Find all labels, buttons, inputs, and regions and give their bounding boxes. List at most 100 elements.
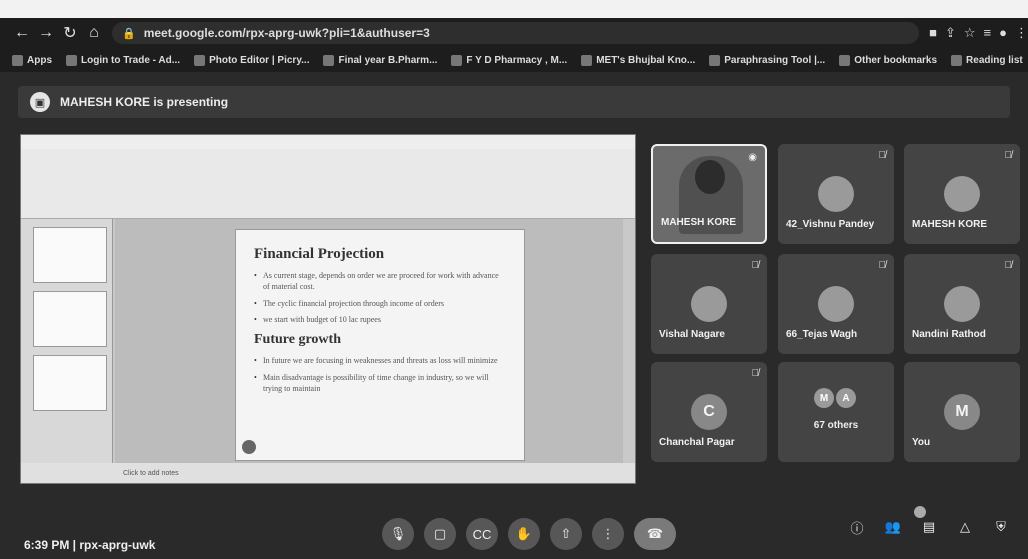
home-icon[interactable]: ⌂ <box>82 24 106 42</box>
bookmark-apps[interactable]: Apps <box>12 54 52 66</box>
slide-thumb <box>33 227 107 283</box>
slide-bullets-2: In future we are focusing in weaknesses … <box>254 356 506 394</box>
avatar: M <box>814 388 834 408</box>
bookmark-2[interactable]: Photo Editor | Picry... <box>194 54 309 66</box>
camera-icon[interactable]: ■ <box>929 25 937 41</box>
back-icon[interactable]: ← <box>10 24 34 42</box>
slide-title: Financial Projection <box>254 246 385 262</box>
participant-name: Vishal Nagare <box>659 329 725 340</box>
bookmark-4[interactable]: F Y D Pharmacy , M... <box>451 54 567 66</box>
reload-icon[interactable]: ↻ <box>58 23 82 43</box>
mic-off-icon[interactable]: 🎙 <box>382 518 414 550</box>
bookmark-3[interactable]: Final year B.Pharm... <box>323 54 437 66</box>
mic-off-icon: 🎙̸ <box>751 260 760 271</box>
mic-off-icon: 🎙̸ <box>751 368 760 379</box>
forward-icon[interactable]: → <box>34 24 58 42</box>
bookmark-icon <box>194 54 206 66</box>
bookmark-icon <box>451 54 463 66</box>
mic-off-icon: 🎙̸ <box>878 260 887 271</box>
participant-name: You <box>912 437 931 448</box>
audio-level-icon: ◉ <box>748 152 757 163</box>
participant-name: 66_Tejas Wagh <box>786 329 858 340</box>
notes-placeholder: Click to add notes <box>123 469 179 477</box>
bookmark-5[interactable]: MET's Bhujbal Kno... <box>581 54 695 66</box>
ppt-ribbon <box>21 149 635 219</box>
mic-off-icon: 🎙̸ <box>1004 150 1013 161</box>
participant-tile[interactable]: 🎙̸ 42_Vishnu Pandey <box>778 144 894 244</box>
apps-icon <box>12 54 23 66</box>
participant-tile[interactable]: 🎙̸ Vishal Nagare <box>651 254 767 354</box>
bookmark-1[interactable]: Login to Trade - Ad... <box>66 54 180 66</box>
slide-canvas: Financial Projection As current stage, d… <box>115 219 623 465</box>
slide-bullet: we start with budget of 10 lac rupees <box>254 315 506 326</box>
side-controls: ⓘ 👥 ▤ △ ⛨ <box>848 518 1010 536</box>
captions-icon[interactable]: CC <box>466 518 498 550</box>
raise-hand-icon[interactable]: ✋ <box>508 518 540 550</box>
participant-tile[interactable]: 🎙̸ MAHESH KORE <box>904 144 1020 244</box>
screen: ← → ↻ ⌂ 🔒 meet.google.com/rpx-aprg-uwk?p… <box>0 18 1028 559</box>
slide-bullet: In future we are focusing in weaknesses … <box>254 356 506 367</box>
profile-icon[interactable]: ● <box>999 25 1007 41</box>
slide-bullet: The cyclic financial projection through … <box>254 299 506 310</box>
slide-bullet: Main disadvantage is possibility of time… <box>254 373 506 395</box>
present-icon[interactable]: ⇧ <box>550 518 582 550</box>
meeting-time-code: 6:39 PM | rpx-aprg-uwk <box>24 538 156 552</box>
folder-icon <box>839 54 851 66</box>
presenting-text: MAHESH KORE is presenting <box>60 95 229 109</box>
participant-tile[interactable]: 🎙̸ Nandini Rathod <box>904 254 1020 354</box>
avatar <box>944 286 980 322</box>
slide-bullets: As current stage, depends on order we ar… <box>254 271 506 326</box>
slide-bullet: As current stage, depends on order we ar… <box>254 271 506 293</box>
host-controls-icon[interactable]: ⛨ <box>992 518 1010 536</box>
reading-list[interactable]: Reading list <box>951 54 1023 66</box>
mic-off-icon: 🎙̸ <box>878 150 887 161</box>
end-call-button[interactable]: ☎ <box>634 518 676 550</box>
participant-name: Nandini Rathod <box>912 329 986 340</box>
others-tile[interactable]: M A 67 others <box>778 362 894 462</box>
mic-off-icon: 🎙̸ <box>1004 260 1013 271</box>
star-icon[interactable]: ☆ <box>964 25 976 41</box>
avatar <box>818 176 854 212</box>
playlist-icon[interactable]: ≡ <box>984 25 992 41</box>
participant-tile[interactable]: 🎙̸ C Chanchal Pagar <box>651 362 767 462</box>
other-bookmarks[interactable]: Other bookmarks <box>839 54 937 66</box>
shared-screen: Financial Projection As current stage, d… <box>20 134 636 484</box>
chat-icon[interactable]: ▤ <box>920 518 938 536</box>
participant-tile[interactable]: ◉ MAHESH KORE <box>651 144 767 244</box>
avatar: M <box>944 394 980 430</box>
avatar <box>818 286 854 322</box>
slide-thumbnails <box>21 219 113 465</box>
people-icon[interactable]: 👥 <box>884 518 902 536</box>
video-feed-head <box>695 160 725 194</box>
participant-name: MAHESH KORE <box>661 217 737 228</box>
notification-badge <box>914 506 926 518</box>
slide: Financial Projection As current stage, d… <box>235 229 525 461</box>
slide-logo-icon <box>242 440 256 454</box>
bookmark-icon <box>323 54 335 66</box>
presenting-banner: ▣ MAHESH KORE is presenting <box>18 86 1010 118</box>
lock-icon: 🔒 <box>122 27 136 40</box>
bookmark-icon <box>581 54 593 66</box>
participant-tile[interactable]: 🎙̸ 66_Tejas Wagh <box>778 254 894 354</box>
share-icon[interactable]: ⇪ <box>945 25 956 41</box>
avatar: C <box>691 394 727 430</box>
bookmark-6[interactable]: Paraphrasing Tool |... <box>709 54 825 66</box>
camera-off-icon[interactable]: ▢ <box>424 518 456 550</box>
menu-icon[interactable]: ⋮ <box>1015 25 1028 41</box>
bookmark-icon <box>66 54 77 66</box>
present-icon: ▣ <box>30 92 50 112</box>
avatar: A <box>836 388 856 408</box>
info-icon[interactable]: ⓘ <box>848 518 866 536</box>
bookmark-icon <box>709 54 721 66</box>
activities-icon[interactable]: △ <box>956 518 974 536</box>
slide-thumb <box>33 355 107 411</box>
ppt-statusbar: Click to add notes <box>21 463 635 483</box>
ppt-titlebar <box>21 135 635 149</box>
participant-tile[interactable]: M You <box>904 362 1020 462</box>
slide-thumb <box>33 291 107 347</box>
others-count: 67 others <box>813 420 859 431</box>
browser-toolbar: ← → ↻ ⌂ 🔒 meet.google.com/rpx-aprg-uwk?p… <box>0 18 1028 48</box>
address-bar[interactable]: 🔒 meet.google.com/rpx-aprg-uwk?pli=1&aut… <box>112 22 920 44</box>
more-options-icon[interactable]: ⋮ <box>592 518 624 550</box>
participant-name: MAHESH KORE <box>912 219 988 230</box>
